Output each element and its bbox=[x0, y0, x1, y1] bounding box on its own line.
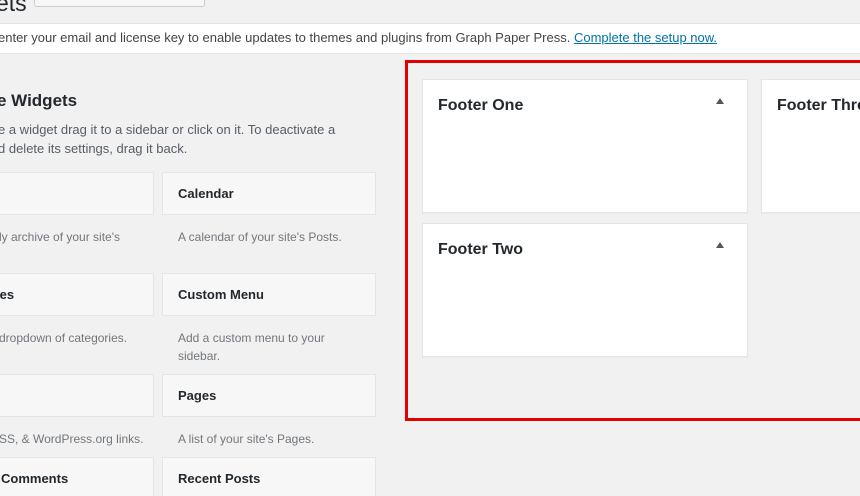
widget-desc: ly archive of your site's bbox=[0, 230, 121, 244]
sidebar-title: Footer One bbox=[438, 97, 524, 114]
widget-pages[interactable]: Pages bbox=[162, 374, 376, 417]
widget-title: Comments bbox=[1, 471, 69, 486]
widget-title: Recent Posts bbox=[178, 471, 261, 486]
widget-desc: sidebar. bbox=[178, 349, 221, 363]
widget-meta[interactable] bbox=[0, 374, 154, 417]
widget-categories[interactable]: ries bbox=[0, 273, 154, 316]
widget-calendar[interactable]: Calendar bbox=[162, 172, 376, 215]
complete-setup-link[interactable]: Complete the setup now. bbox=[574, 30, 717, 45]
widget-recent-comments[interactable]: Comments bbox=[0, 457, 154, 496]
description-line-1: e a widget drag it to a sidebar or click… bbox=[0, 122, 336, 137]
collapse-arrow-icon[interactable] bbox=[714, 239, 726, 251]
setup-notice: enter your email and license key to enab… bbox=[0, 23, 860, 54]
widget-desc: A calendar of your site's Posts. bbox=[178, 230, 342, 244]
sidebar-footer-one[interactable]: Footer One bbox=[422, 79, 748, 213]
widget-title: Custom Menu bbox=[178, 287, 264, 302]
description-line-2: d delete its settings, drag it back. bbox=[0, 141, 188, 156]
available-widgets-title: e Widgets bbox=[0, 91, 78, 110]
widget-desc: SS, & WordPress.org links. bbox=[0, 432, 144, 446]
widget-desc: A list of your site's Pages. bbox=[178, 432, 315, 446]
widget-title: Calendar bbox=[178, 186, 234, 201]
widget-desc: Add a custom menu to your bbox=[178, 331, 325, 345]
widget-title: Pages bbox=[178, 388, 217, 403]
widget-recent-posts[interactable]: Recent Posts bbox=[162, 457, 376, 496]
widget-custom-menu[interactable]: Custom Menu bbox=[162, 273, 376, 316]
sidebar-title: Footer Three bbox=[777, 97, 860, 114]
page-title: ets bbox=[0, 0, 27, 16]
screen-options-input[interactable] bbox=[34, 0, 205, 7]
collapse-arrow-icon[interactable] bbox=[714, 95, 726, 107]
sidebar-footer-two[interactable]: Footer Two bbox=[422, 223, 748, 357]
widget-archives[interactable]: s bbox=[0, 172, 154, 215]
sidebar-title: Footer Two bbox=[438, 241, 524, 258]
sidebar-footer-three[interactable]: Footer Three bbox=[761, 79, 860, 213]
widget-desc: dropdown of categories. bbox=[0, 331, 128, 345]
notice-text: enter your email and license key to enab… bbox=[0, 30, 571, 45]
available-widgets-description: e a widget drag it to a sidebar or click… bbox=[0, 120, 368, 158]
widget-title: ries bbox=[0, 287, 15, 302]
